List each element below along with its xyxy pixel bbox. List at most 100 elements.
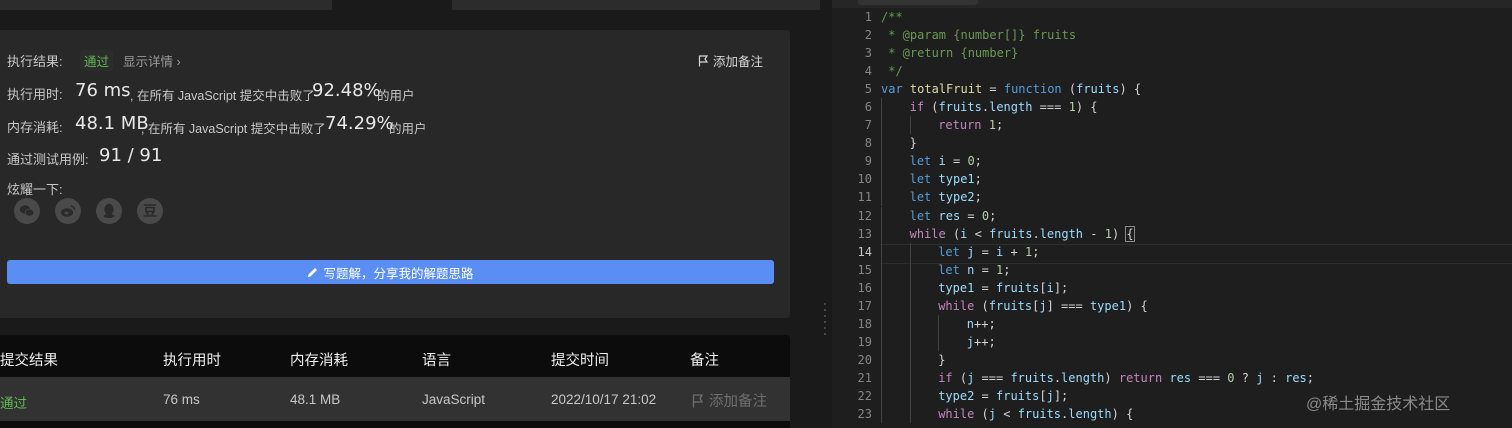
col-header-language: 语言 [422, 353, 451, 369]
line-number: 10 [857, 172, 872, 187]
write-solution-button[interactable]: 写题解，分享我的解题思路 [7, 260, 774, 284]
tests-label: 通过测试用例: [7, 152, 89, 167]
runtime-label: 执行用时: [7, 87, 63, 102]
line-number: 20 [857, 352, 872, 367]
panel-resize-handle[interactable] [820, 0, 832, 428]
add-note-label: 添加备注 [713, 55, 764, 69]
runtime-text: , 在所有 JavaScript 提交中击败了 [130, 89, 315, 103]
share-label: 炫耀一下: [7, 182, 63, 197]
code-line: let res = 0; [881, 206, 1314, 225]
line-number: 16 [857, 280, 872, 295]
code-line: var totalFruit = function (fruits) { [881, 82, 1142, 97]
code-line: let type1; [881, 170, 1314, 189]
line-number: 4 [864, 64, 872, 79]
code-line: let j = i + 1; [881, 242, 1314, 261]
line-number: 1 [864, 10, 872, 24]
share-icons: 豆 [14, 198, 163, 224]
code-line: type1 = fruits[i]; [881, 278, 1314, 297]
watermark: @稀土掘金技术社区 [1306, 396, 1451, 413]
row-add-note-label: 添加备注 [709, 394, 767, 410]
code-line: while (j < fruits.length) { [881, 405, 1314, 424]
col-header-status: 提交结果 [0, 353, 58, 369]
flag-icon [692, 393, 704, 407]
code-line: } [881, 350, 1314, 369]
code-line: * @return {number} [881, 46, 1019, 61]
line-number: 2 [864, 28, 872, 43]
line-number: 6 [864, 100, 872, 115]
line-number: 3 [864, 46, 872, 61]
code-line: j++; [881, 332, 1314, 351]
code-line: while (i < fruits.length - 1) { [881, 224, 1314, 243]
memory-suffix: 的用户 [389, 122, 427, 136]
col-header-runtime: 执行用时 [163, 353, 221, 369]
col-header-memory: 内存消耗 [290, 353, 348, 369]
tests-value: 91 / 91 [99, 145, 163, 166]
douban-icon[interactable]: 豆 [137, 198, 163, 224]
code-line: * @param {number[]} fruits [881, 28, 1077, 43]
code-line: while (fruits[j] === type1) { [881, 296, 1314, 315]
row-runtime: 76 ms [163, 392, 200, 407]
col-header-submit-time: 提交时间 [551, 353, 609, 369]
line-number: 7 [864, 118, 872, 133]
grip-dot [824, 321, 826, 323]
wechat-icon[interactable] [14, 198, 40, 224]
row-status[interactable]: 通过 [0, 392, 27, 412]
qq-icon[interactable] [96, 198, 122, 224]
line-number: 21 [857, 370, 872, 385]
show-details-link[interactable]: 显示详情 › [123, 51, 181, 70]
runtime-percent: 92.48% [312, 80, 381, 101]
submission-table: 提交结果 执行用时 内存消耗 语言 提交时间 备注 通过 76 ms 48.1 … [0, 335, 790, 428]
submission-panel: 执行结果: 通过 显示详情 › 添加备注 执行用时: 76 ms , 在所有 J… [0, 0, 820, 428]
editor-tab-bar [832, 0, 1512, 8]
line-number: 9 [864, 154, 872, 169]
panel-tab[interactable] [452, 0, 820, 10]
status-label: 执行结果: [7, 54, 63, 69]
flag-icon [698, 54, 709, 66]
line-number: 5 [864, 82, 872, 97]
line-number: 11 [857, 190, 872, 205]
code-line: } [881, 134, 1314, 153]
editor-tab[interactable] [858, 0, 978, 5]
douban-glyph: 豆 [143, 203, 157, 219]
runtime-suffix: 的用户 [377, 89, 415, 103]
line-number-gutter: 1 2 3 4 5 6 7 8 9 10 11 12 13 14 15 16 17 18 19 20 21 22 23 [832, 8, 872, 423]
col-header-note: 备注 [690, 353, 719, 369]
line-number: 8 [864, 136, 872, 151]
line-number: 13 [857, 226, 872, 241]
code-content[interactable]: /** * @param {number[]} fruits * @return… [881, 8, 1314, 424]
memory-label: 内存消耗: [7, 120, 63, 135]
pencil-icon [308, 267, 318, 277]
runtime-value: 76 ms [75, 80, 131, 101]
row-add-note-button[interactable]: 添加备注 [692, 390, 767, 411]
write-solution-label: 写题解，分享我的解题思路 [323, 266, 474, 281]
add-note-button[interactable]: 添加备注 [698, 51, 763, 70]
line-number: 14 [857, 244, 872, 259]
grip-dot [824, 327, 826, 329]
line-number: 18 [857, 316, 872, 331]
line-number: 22 [857, 388, 872, 403]
status-badge: 通过 [80, 50, 114, 71]
code-line: let i = 0; [881, 152, 1314, 171]
code-line: if (fruits.length === 1) { [881, 98, 1314, 117]
grip-dot [824, 303, 826, 305]
line-number: 23 [857, 407, 872, 422]
weibo-icon[interactable] [55, 198, 81, 224]
code-line: return 1; [881, 116, 1314, 135]
line-number: 12 [857, 208, 872, 223]
row-memory: 48.1 MB [290, 392, 341, 407]
memory-percent: 74.29% [325, 113, 394, 134]
grip-dot [824, 309, 826, 311]
memory-value: 48.1 MB [75, 113, 149, 134]
memory-text: , 在所有 JavaScript 提交中击败了 [141, 122, 326, 136]
table-row[interactable] [0, 377, 790, 421]
grip-dot [824, 315, 826, 317]
grip-dot [824, 333, 826, 335]
code-line: let n = 1; [881, 260, 1314, 279]
line-number: 17 [857, 298, 872, 313]
row-submit-time: 2022/10/17 21:02 [551, 392, 657, 407]
code-editor[interactable]: 1 2 3 4 5 6 7 8 9 10 11 12 13 14 15 16 17 18 19 20 21 22 23 /*… [832, 0, 1512, 428]
panel-tab[interactable] [0, 0, 332, 10]
code-line: let type2; [881, 188, 1314, 207]
line-number: 19 [857, 334, 872, 349]
line-number: 15 [857, 262, 872, 277]
